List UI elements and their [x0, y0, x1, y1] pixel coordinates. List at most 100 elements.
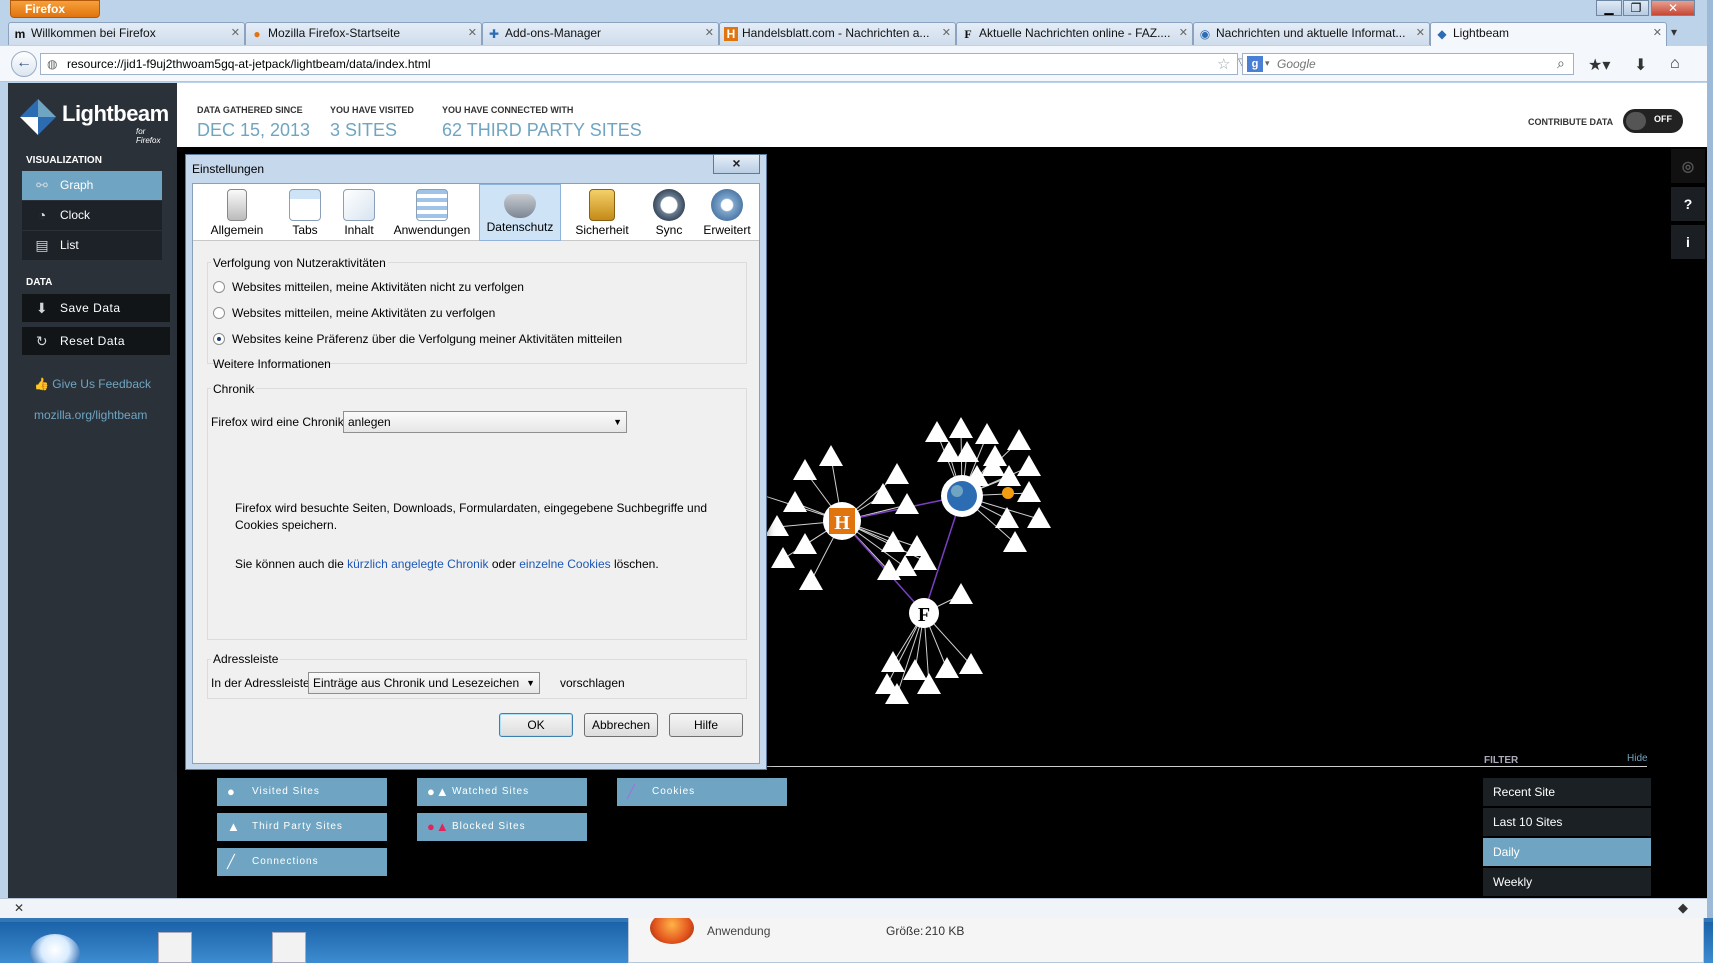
url-bar[interactable]: ◍ resource://jid1-f9uj2thwoam5gq-at-jetp… [40, 53, 1269, 75]
third-party-triangle[interactable] [949, 583, 973, 604]
info-button[interactable]: i [1671, 225, 1705, 259]
third-party-triangle[interactable] [949, 417, 973, 438]
filter-recent-site[interactable]: Recent Site [1483, 778, 1651, 806]
legend-watched-sites[interactable]: ●▲ Watched Sites [417, 778, 587, 806]
tab-close-icon[interactable]: ✕ [1179, 23, 1188, 44]
pane-tabs[interactable]: Tabs [279, 184, 331, 241]
window-close-button[interactable]: ✕ [1651, 0, 1695, 16]
tab-close-icon[interactable]: ✕ [1653, 23, 1662, 44]
pane-inhalt[interactable]: Inhalt [333, 184, 385, 241]
google-engine-icon[interactable]: g [1247, 56, 1263, 72]
third-party-triangle[interactable] [1027, 507, 1051, 528]
tab-willkommen[interactable]: m Willkommen bei Firefox ✕ [8, 22, 245, 45]
third-party-triangle[interactable] [881, 651, 905, 672]
back-button[interactable]: ← [11, 51, 37, 77]
bookmarks-menu-icon[interactable]: ★▾ [1588, 55, 1610, 75]
ok-button[interactable]: OK [499, 713, 573, 737]
radio-button[interactable] [213, 281, 225, 293]
pane-erweitert[interactable]: Erweitert [697, 184, 757, 241]
third-party-triangle[interactable] [925, 421, 949, 442]
tab-close-icon[interactable]: ✕ [705, 23, 714, 44]
visited-site-node-globe[interactable] [941, 475, 983, 517]
lightbeam-addon-icon[interactable]: ◆ [1678, 900, 1688, 916]
legend-third-party-sites[interactable]: ▲ Third Party Sites [217, 813, 387, 841]
third-party-triangle[interactable] [1003, 531, 1027, 552]
third-party-triangle[interactable] [935, 657, 959, 678]
save-data-button[interactable]: ⬇ Save Data [22, 294, 170, 322]
pane-sicherheit[interactable]: Sicherheit [563, 184, 641, 241]
nav-list[interactable]: ▤ List [22, 231, 162, 260]
locationbar-suggest-select[interactable]: Einträge aus Chronik und Lesezeichen ▼ [308, 672, 540, 694]
legend-cookies[interactable]: ╱ Cookies [617, 778, 787, 806]
search-input[interactable] [1277, 56, 1547, 72]
third-party-triangle[interactable] [771, 547, 795, 568]
third-party-triangle[interactable] [885, 463, 909, 484]
radio-button[interactable] [213, 307, 225, 319]
tab-close-icon[interactable]: ✕ [942, 23, 951, 44]
third-party-triangle[interactable] [765, 515, 789, 536]
minimize-button[interactable]: ▁ [1596, 0, 1622, 16]
engine-dropdown-icon[interactable]: ▾ [1265, 58, 1270, 69]
search-icon[interactable]: ⌕ [1557, 55, 1565, 72]
third-party-triangle[interactable] [903, 659, 927, 680]
filter-hide-link[interactable]: Hide [1627, 753, 1648, 764]
third-party-triangle[interactable] [1007, 429, 1031, 450]
third-party-triangle[interactable] [1017, 455, 1041, 476]
nav-clock[interactable]: ◔ Clock [22, 201, 162, 230]
third-party-triangle[interactable] [783, 491, 807, 512]
close-addon-bar-icon[interactable]: ✕ [14, 901, 24, 915]
maximize-button[interactable]: ❐ [1623, 0, 1649, 16]
third-party-triangle[interactable] [819, 445, 843, 466]
tab-close-icon[interactable]: ✕ [231, 23, 240, 44]
filter-daily[interactable]: Daily [1483, 838, 1651, 866]
third-party-triangle[interactable] [799, 569, 823, 590]
home-icon[interactable]: ⌂ [1670, 55, 1680, 73]
taskbar-thumbnail[interactable] [158, 932, 192, 963]
tab-lightbeam[interactable]: ◆ Lightbeam ✕ [1430, 22, 1667, 46]
pane-sync[interactable]: Sync [643, 184, 695, 241]
filter-weekly[interactable]: Weekly [1483, 868, 1651, 896]
contribute-data-toggle[interactable]: OFF [1623, 109, 1683, 133]
clear-recent-history-link[interactable]: kürzlich angelegte Chronik [347, 557, 488, 571]
nav-graph[interactable]: ⚯ Graph [22, 171, 162, 200]
radio-button-selected[interactable] [213, 333, 225, 345]
visited-site-node-faz[interactable]: F [909, 598, 939, 628]
third-party-triangle[interactable] [793, 459, 817, 480]
taskbar-thumbnail[interactable] [272, 932, 306, 963]
globe-tool-button[interactable]: ◎ [1671, 149, 1705, 183]
mozilla-lightbeam-link[interactable]: mozilla.org/lightbeam [34, 408, 147, 422]
legend-connections[interactable]: ╱ Connections [217, 848, 387, 876]
tab-startseite[interactable]: ● Mozilla Firefox-Startseite ✕ [245, 22, 482, 45]
third-party-triangle[interactable] [895, 493, 919, 514]
watched-site-dot[interactable] [1002, 487, 1014, 499]
help-button[interactable]: ? [1671, 187, 1705, 221]
more-info-link[interactable]: Weitere Informationen [213, 356, 331, 373]
search-bar[interactable]: g ▾ ⌕ [1242, 53, 1574, 75]
downloads-icon[interactable]: ⬇ [1634, 55, 1647, 75]
third-party-triangle[interactable] [937, 441, 961, 462]
third-party-triangle[interactable] [975, 423, 999, 444]
tab-close-icon[interactable]: ✕ [468, 23, 477, 44]
third-party-triangle[interactable] [995, 507, 1019, 528]
reset-data-button[interactable]: ↻ Reset Data [22, 327, 170, 355]
third-party-triangle[interactable] [1017, 481, 1041, 502]
remove-cookies-link[interactable]: einzelne Cookies [519, 557, 610, 571]
legend-visited-sites[interactable]: ● Visited Sites [217, 778, 387, 806]
pane-anwendungen[interactable]: Anwendungen [387, 184, 477, 241]
history-mode-select[interactable]: anlegen ▼ [343, 411, 627, 433]
tab-handelsblatt[interactable]: H Handelsblatt.com - Nachrichten a... ✕ [719, 22, 956, 45]
tab-faz[interactable]: F Aktuelle Nachrichten online - FAZ.... … [956, 22, 1193, 45]
visited-site-node-handelsblatt[interactable]: H [823, 502, 861, 540]
pane-datenschutz[interactable]: Datenschutz [479, 184, 561, 241]
firefox-menu-button[interactable]: Firefox [10, 0, 100, 18]
dialog-close-button[interactable]: × [713, 155, 760, 174]
tab-close-icon[interactable]: ✕ [1416, 23, 1425, 44]
cancel-button[interactable]: Abbrechen [584, 713, 658, 737]
bookmark-star-icon[interactable]: ☆ [1217, 55, 1230, 73]
tab-nachrichten[interactable]: ◉ Nachrichten und aktuelle Informat... ✕ [1193, 22, 1430, 45]
tab-list-chevron-icon[interactable]: ▾ [1671, 25, 1677, 39]
feedback-link[interactable]: 👍 Give Us Feedback [34, 377, 151, 391]
tab-addons[interactable]: ✚ Add-ons-Manager ✕ [482, 22, 719, 45]
third-party-triangle[interactable] [793, 533, 817, 554]
filter-last-10-sites[interactable]: Last 10 Sites [1483, 808, 1651, 836]
